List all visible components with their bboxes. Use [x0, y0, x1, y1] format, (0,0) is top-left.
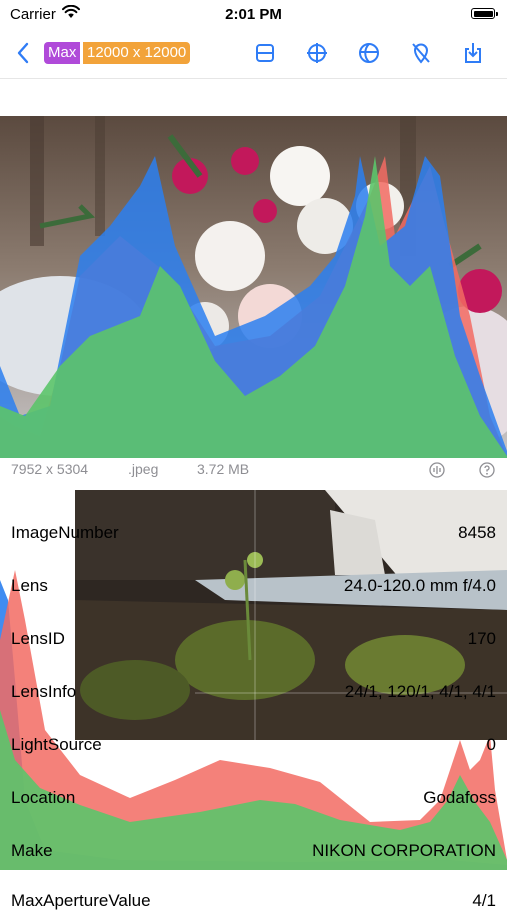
- metadata-row-make: Make NIKON CORPORATION: [0, 838, 507, 868]
- metadata-value: 8458: [458, 523, 496, 542]
- status-bar: Carrier 2:01 PM: [0, 0, 507, 30]
- metadata-key: LensInfo: [11, 682, 77, 701]
- metadata-value: Godafoss: [423, 788, 496, 807]
- metadata-row-maxaperture: MaxApertureValue 4/1: [0, 888, 507, 918]
- metadata-key: LightSource: [11, 735, 102, 754]
- globe-icon[interactable]: [357, 41, 381, 65]
- help-icon[interactable]: [479, 462, 495, 478]
- metadata-key: Location: [11, 788, 76, 807]
- file-size: 3.72 MB: [197, 461, 250, 477]
- image-info-bar: 7952 x 5304 .jpeg 3.72 MB: [0, 458, 507, 482]
- metadata-value: 4/1: [472, 891, 496, 910]
- clock: 2:01 PM: [225, 6, 282, 23]
- metadata-value: NIKON CORPORATION: [312, 841, 496, 860]
- waveform-icon[interactable]: [429, 462, 445, 478]
- location-off-icon[interactable]: [409, 41, 433, 65]
- metadata-value: 24.0-120.0 mm f/4.0: [343, 576, 496, 595]
- metadata-value: 170: [467, 629, 496, 648]
- flower-photo: [0, 116, 507, 458]
- metadata-row-lightsource: LightSource 0: [0, 732, 507, 762]
- layout-icon[interactable]: [253, 41, 277, 65]
- metadata-key: Make: [11, 841, 53, 860]
- metadata-value: 24/1, 120/1, 4/1, 4/1: [344, 682, 496, 701]
- metadata-key: MaxApertureValue: [11, 891, 151, 910]
- metadata-row-lensinfo: LensInfo 24/1, 120/1, 4/1, 4/1: [0, 679, 507, 709]
- nav-bar: Max 12000 x 12000: [0, 30, 507, 79]
- metadata-key: Lens: [11, 576, 48, 595]
- metadata-row-imagenumber: ImageNumber 8458: [0, 520, 507, 550]
- metadata-value: 0: [486, 735, 496, 754]
- download-icon[interactable]: [461, 41, 485, 65]
- main-photo[interactable]: [0, 116, 507, 458]
- image-format: .jpeg: [128, 461, 159, 477]
- metadata-key: LensID: [11, 629, 65, 648]
- resolution-badge: 12000 x 12000: [83, 42, 191, 64]
- max-badge: Max: [44, 42, 81, 64]
- metadata-row-lensid: LensID 170: [0, 626, 507, 656]
- metadata-key: ImageNumber: [11, 523, 119, 542]
- crosshair-icon[interactable]: [305, 41, 329, 65]
- metadata-row-location: Location Godafoss: [0, 785, 507, 815]
- image-dimensions: 7952 x 5304: [11, 461, 89, 477]
- battery-icon: [471, 8, 498, 19]
- metadata-row-lens: Lens 24.0-120.0 mm f/4.0: [0, 573, 507, 603]
- back-chevron-icon[interactable]: [16, 42, 30, 64]
